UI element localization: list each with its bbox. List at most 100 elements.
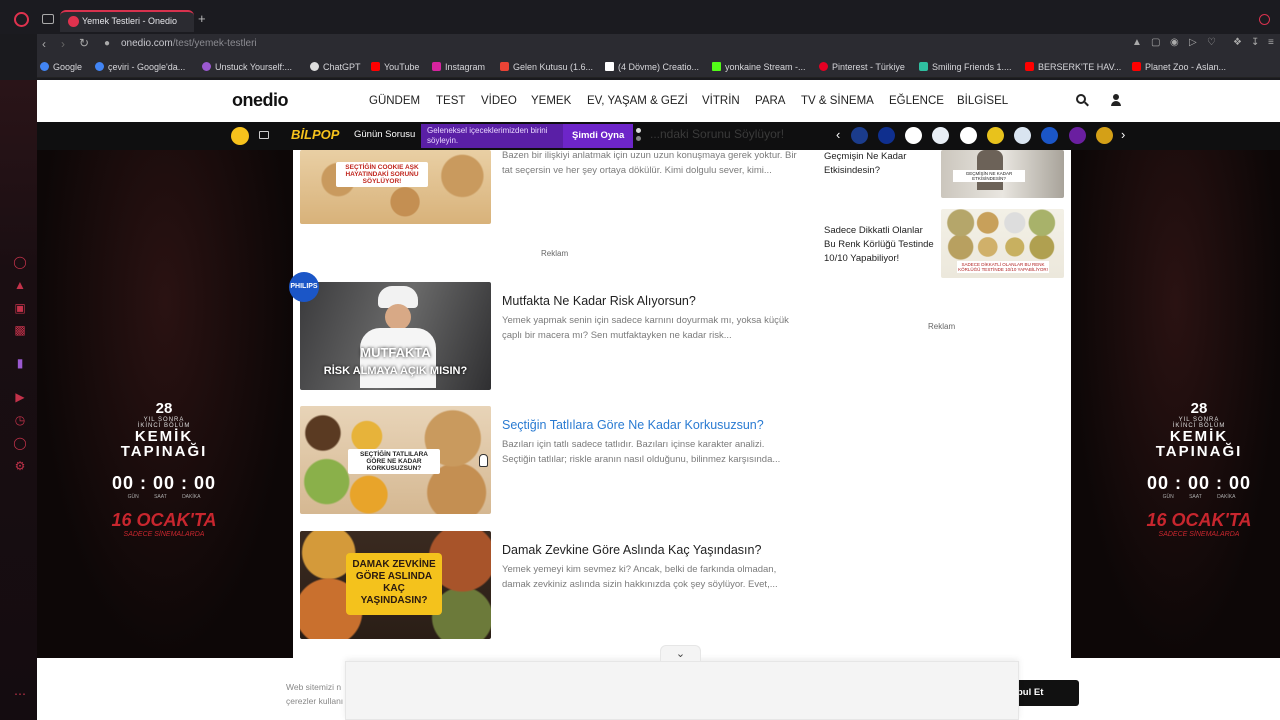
bookmark-item[interactable]: Instagram: [432, 62, 485, 72]
brand-logo-icon[interactable]: [960, 127, 977, 144]
bookmark-item[interactable]: Unstuck Yourself:...: [202, 62, 292, 72]
sidebar-thumbnail[interactable]: GEÇMİŞİN NE KADAR ETKİSİNDESİN?: [941, 150, 1064, 198]
new-tab-icon[interactable]: +: [198, 12, 210, 25]
bilpop-mascot-icon: [231, 127, 249, 145]
shield-icon[interactable]: ◉: [1170, 37, 1179, 48]
thumbnail-caption-1: MUTFAKTA: [360, 345, 431, 360]
bilpop-logo[interactable]: BİLPOP: [291, 127, 339, 142]
user-icon[interactable]: [1111, 94, 1121, 107]
nav-bilgisel[interactable]: BİLGİSEL: [957, 95, 1008, 107]
messenger-icon[interactable]: ▣: [13, 301, 27, 315]
chevron-down-icon[interactable]: ⌄: [660, 645, 701, 661]
sidebar-article-title[interactable]: Geçmişin Ne Kadar Etkisindesin?: [824, 150, 936, 178]
nav-eglence[interactable]: EĞLENCE: [889, 95, 944, 107]
article-title[interactable]: Damak Zevkine Göre Aslında Kaç Yaşındası…: [502, 543, 761, 557]
forward-icon[interactable]: ›: [61, 37, 65, 51]
player-icon[interactable]: ▶: [13, 390, 27, 404]
aria-icon[interactable]: ▲: [13, 278, 27, 292]
url-host: onedio.com: [121, 38, 173, 49]
snapshot-icon[interactable]: ▢: [1151, 37, 1160, 48]
pinboards-icon[interactable]: ◯: [13, 436, 27, 450]
bookmark-item[interactable]: Smiling Friends 1....: [919, 62, 1012, 72]
ad-units: GÜN SAAT DAKİKA: [127, 494, 201, 500]
nivea-logo-icon[interactable]: [878, 127, 895, 144]
bookmark-label: BERSERK'TE HAV...: [1038, 62, 1122, 72]
settings-icon[interactable]: ⚙: [13, 459, 27, 473]
bookmark-item[interactable]: YouTube: [371, 62, 419, 72]
bookmark-item[interactable]: Pinterest - Türkiye: [819, 62, 905, 72]
speed-dial-icon[interactable]: ◯: [13, 255, 27, 269]
daily-question-label: Günün Sorusu: [354, 129, 416, 140]
bookmark-favicon-icon: [202, 62, 211, 71]
bookmark-item[interactable]: (4 Dövme) Creatio...: [605, 62, 699, 72]
brand-logo-icon[interactable]: [932, 127, 949, 144]
brand-logo-icon[interactable]: [851, 127, 868, 144]
history-icon[interactable]: ◷: [13, 413, 27, 427]
brand-logo-icon[interactable]: [1069, 127, 1086, 144]
play-now-button[interactable]: Şimdi Oyna: [563, 124, 633, 148]
cookie-text: Web sitemizi n çerezler kullanı: [286, 680, 343, 708]
article-title[interactable]: Mutfakta Ne Kadar Risk Alıyorsun?: [502, 294, 696, 308]
extensions-icon[interactable]: ❖: [1233, 37, 1242, 48]
nav-vitrin[interactable]: VİTRİN: [702, 95, 740, 107]
article-title-link[interactable]: Seçtiğin Tatlılara Göre Ne Kadar Korkusu…: [502, 418, 764, 432]
nav-yemek[interactable]: YEMEK: [531, 95, 571, 107]
youtube-icon: [371, 62, 380, 71]
bookmark-item[interactable]: Google: [40, 62, 82, 72]
bookmark-item[interactable]: Planet Zoo - Aslan...: [1132, 62, 1226, 72]
url-field[interactable]: onedio.com/test/yemek-testleri: [121, 38, 257, 49]
bookmark-label: Gelen Kutusu (1.6...: [513, 62, 594, 72]
article-thumbnail[interactable]: SEÇTİĞİN COOKIE AŞK HAYATINDAKİ SORUNU S…: [300, 150, 491, 224]
search-tabs-icon[interactable]: [1259, 14, 1270, 25]
onedio-logo[interactable]: onedio: [232, 90, 289, 111]
heart-icon[interactable]: ♡: [1207, 37, 1216, 48]
bookmark-item[interactable]: yonkaine Stream -...: [712, 62, 806, 72]
nav-para[interactable]: PARA: [755, 95, 785, 107]
nav-ev-yasam-gezi[interactable]: EV, YAŞAM & GEZİ: [587, 95, 688, 107]
tab-yemek-testleri[interactable]: Yemek Testleri - Onedio: [60, 10, 194, 32]
ad-timer: 00 : 00 : 00: [111, 473, 217, 493]
bookmark-item[interactable]: ChatGPT: [310, 62, 361, 72]
sidebar-thumbnail[interactable]: SADECE DİKKATLİ OLANLAR BU RENK KÖRLÜĞÜ …: [941, 209, 1064, 278]
opera-logo-icon[interactable]: [14, 12, 29, 27]
brand-logo-icon[interactable]: [987, 127, 1004, 144]
nav-video[interactable]: VİDEO: [481, 95, 517, 107]
brand-logo-icon[interactable]: [1096, 127, 1113, 144]
bookmark-item[interactable]: Gelen Kutusu (1.6...: [500, 62, 593, 72]
sidebar-article-title[interactable]: Sadece Dikkatli Olanlar Bu Renk Körlüğü …: [824, 224, 936, 266]
nav-gundem[interactable]: GÜNDEM: [369, 95, 420, 107]
article-description: Bazen bir ilişkiyi anlatmak için uzun uz…: [502, 150, 797, 176]
pin-icon[interactable]: ▲: [1132, 37, 1142, 48]
whatsapp-icon[interactable]: ▩: [13, 323, 27, 337]
carousel-next-icon[interactable]: ›: [1121, 127, 1125, 142]
bookmark-item[interactable]: BERSERK'TE HAV...: [1025, 62, 1121, 72]
article-thumbnail[interactable]: DAMAK ZEVKİNE GÖRE ASLINDA KAÇ YAŞINDASI…: [300, 531, 491, 639]
menu-icon[interactable]: ≡: [1268, 37, 1274, 48]
daily-question-box[interactable]: Geleneksel içeceklerimizden birini söyle…: [421, 124, 563, 148]
bookmark-item[interactable]: çeviri - Google'da...: [95, 62, 185, 72]
sponsor-badge[interactable]: PHILIPS: [289, 272, 319, 302]
bookmarks-bar: Google çeviri - Google'da... Unstuck You…: [37, 56, 1280, 78]
instagram-icon: [432, 62, 441, 71]
brand-logo-icon[interactable]: [905, 127, 922, 144]
sidebar-caption: GEÇMİŞİN NE KADAR ETKİSİNDESİN?: [953, 170, 1025, 182]
carousel-prev-icon[interactable]: ‹: [836, 127, 840, 142]
nav-test[interactable]: TEST: [436, 95, 465, 107]
gallery-icon[interactable]: [259, 131, 269, 139]
philips-logo-icon[interactable]: [1041, 127, 1058, 144]
tab-manager-icon[interactable]: [42, 14, 54, 24]
sticky-ad-overlay[interactable]: [345, 661, 1019, 720]
reload-icon[interactable]: ↻: [79, 36, 89, 50]
article-thumbnail[interactable]: SEÇTİĞİN TATLILARA GÖRE NE KADAR KORKUSU…: [300, 406, 491, 514]
twitch-icon[interactable]: ▮: [13, 356, 27, 370]
bookmark-label: ChatGPT: [323, 62, 361, 72]
more-icon[interactable]: ⋯: [13, 687, 27, 701]
cookie-text-line-2: çerezler kullanı: [286, 696, 344, 706]
article-thumbnail[interactable]: MUTFAKTA RİSK ALMAYA AÇIK MISIN?: [300, 282, 491, 390]
back-icon[interactable]: ‹: [42, 37, 46, 51]
brand-logo-icon[interactable]: [1014, 127, 1031, 144]
download-icon[interactable]: ↧: [1251, 37, 1259, 48]
play-icon[interactable]: ▷: [1189, 37, 1197, 48]
bookmark-label: Smiling Friends 1....: [932, 62, 1012, 72]
nav-tv-sinema[interactable]: TV & SİNEMA: [801, 95, 874, 107]
